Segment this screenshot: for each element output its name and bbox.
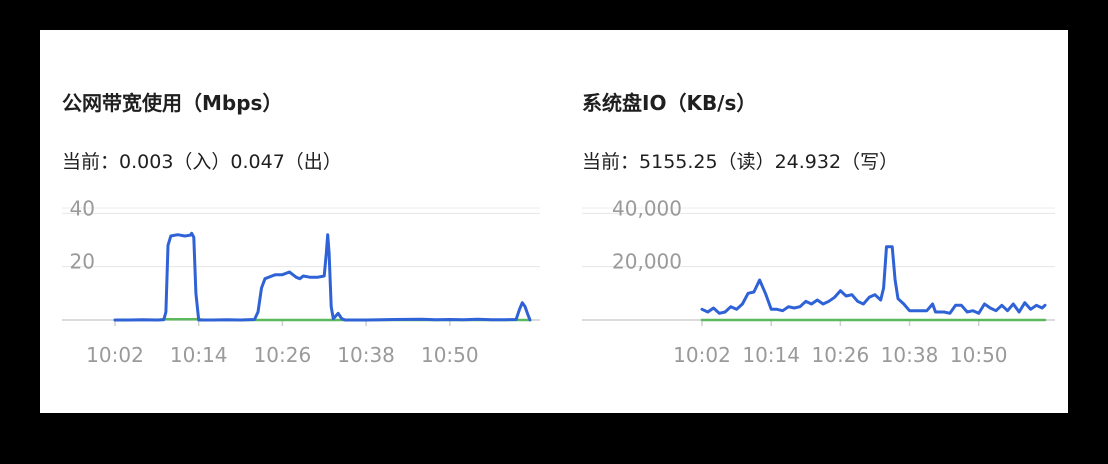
bandwidth-x-tick-label: 10:38 [337, 343, 395, 367]
disk-io-line-chart: 40,000 20,000 10:02 10:14 10:26 10:38 10:50 [582, 196, 1055, 367]
bandwidth-x-tick-label: 10:02 [86, 343, 144, 367]
disk-io-x-tick-label: 10:26 [812, 343, 870, 367]
disk-io-panel: 系统盘IO（KB/s） 当前：5155.25（读）24.932（写） 40,00… [560, 30, 1068, 413]
bandwidth-x-tick-label: 10:26 [254, 343, 312, 367]
bandwidth-y-tick-label: 40 [70, 196, 95, 220]
disk-io-y-tick-label: 20,000 [612, 250, 682, 274]
disk-io-x-tick-label: 10:02 [673, 343, 731, 367]
disk-io-y-tick-label: 40,000 [612, 196, 682, 220]
bandwidth-line-chart: 40 20 10:02 10:14 10:26 10:38 10:50 [62, 196, 540, 367]
disk-io-series-primary-line [700, 245, 1047, 315]
monitoring-card: 公网带宽使用（Mbps） 当前：0.003（入）0.047（出） 40 20 10:… [40, 30, 1068, 413]
bandwidth-x-tick-label: 10:50 [421, 343, 479, 367]
disk-io-x-tick-label: 10:38 [881, 343, 939, 367]
bandwidth-x-tick-label: 10:14 [170, 343, 228, 367]
bandwidth-series-primary-line [113, 231, 532, 322]
bandwidth-y-tick-label: 20 [70, 250, 95, 274]
disk-io-x-tick-label: 10:50 [950, 343, 1008, 367]
disk-io-x-tick-label: 10:14 [742, 343, 800, 367]
bandwidth-panel: 公网带宽使用（Mbps） 当前：0.003（入）0.047（出） 40 20 10:… [40, 30, 560, 413]
